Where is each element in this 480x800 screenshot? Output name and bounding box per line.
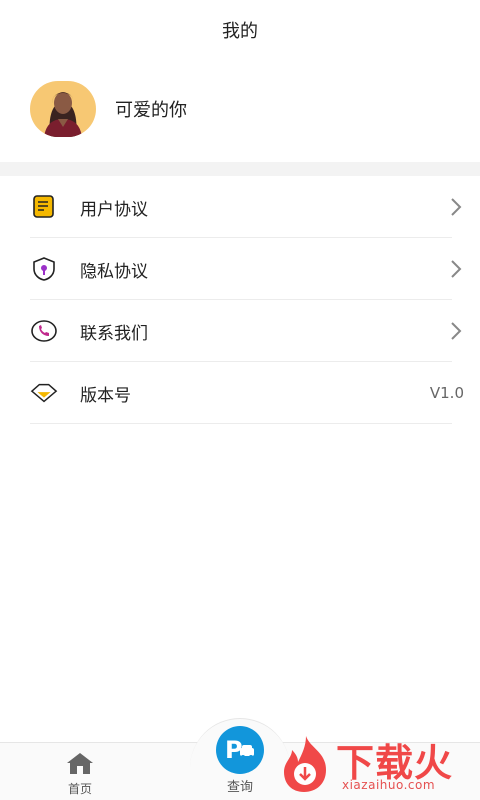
section-divider xyxy=(0,162,480,176)
menu-item-privacy-policy[interactable]: 隐私协议 xyxy=(0,238,480,300)
watermark-logo: 下载火 xiazaihuo.com xyxy=(278,732,474,796)
tab-search[interactable]: P 查询 xyxy=(200,726,280,800)
menu-item-label: 隐私协议 xyxy=(80,261,148,282)
tab-search-label: 查询 xyxy=(226,780,253,795)
document-icon xyxy=(30,193,58,221)
phone-icon xyxy=(30,317,58,345)
top-bar: 我的 xyxy=(0,0,480,60)
diamond-icon xyxy=(30,379,58,407)
chevron-right-icon xyxy=(448,258,464,280)
parking-search-icon: P xyxy=(216,726,264,774)
watermark-url: xiazaihuo.com xyxy=(342,778,436,792)
page-title: 我的 xyxy=(222,21,258,42)
menu-item-label: 用户协议 xyxy=(80,199,148,220)
chevron-right-icon xyxy=(448,196,464,218)
avatar[interactable] xyxy=(30,81,96,137)
menu-item-contact-us[interactable]: 联系我们 xyxy=(0,300,480,362)
profile-section[interactable]: 可爱的你 xyxy=(0,78,480,140)
shield-lock-icon xyxy=(30,255,58,283)
version-value: V1.0 xyxy=(429,384,464,402)
svg-text:P: P xyxy=(225,736,243,764)
settings-menu: 用户协议 隐私协议 联系我们 版本号 V1.0 xyxy=(0,176,480,424)
tab-home[interactable]: 首页 xyxy=(50,743,110,800)
flame-icon xyxy=(284,736,326,792)
home-icon xyxy=(65,751,95,779)
menu-item-label: 版本号 xyxy=(80,385,131,406)
menu-item-label: 联系我们 xyxy=(80,323,148,344)
menu-item-version: 版本号 V1.0 xyxy=(0,362,480,424)
profile-name: 可爱的你 xyxy=(115,100,187,121)
menu-item-user-agreement[interactable]: 用户协议 xyxy=(0,176,480,238)
tab-home-label: 首页 xyxy=(67,782,92,796)
chevron-right-icon xyxy=(448,320,464,342)
